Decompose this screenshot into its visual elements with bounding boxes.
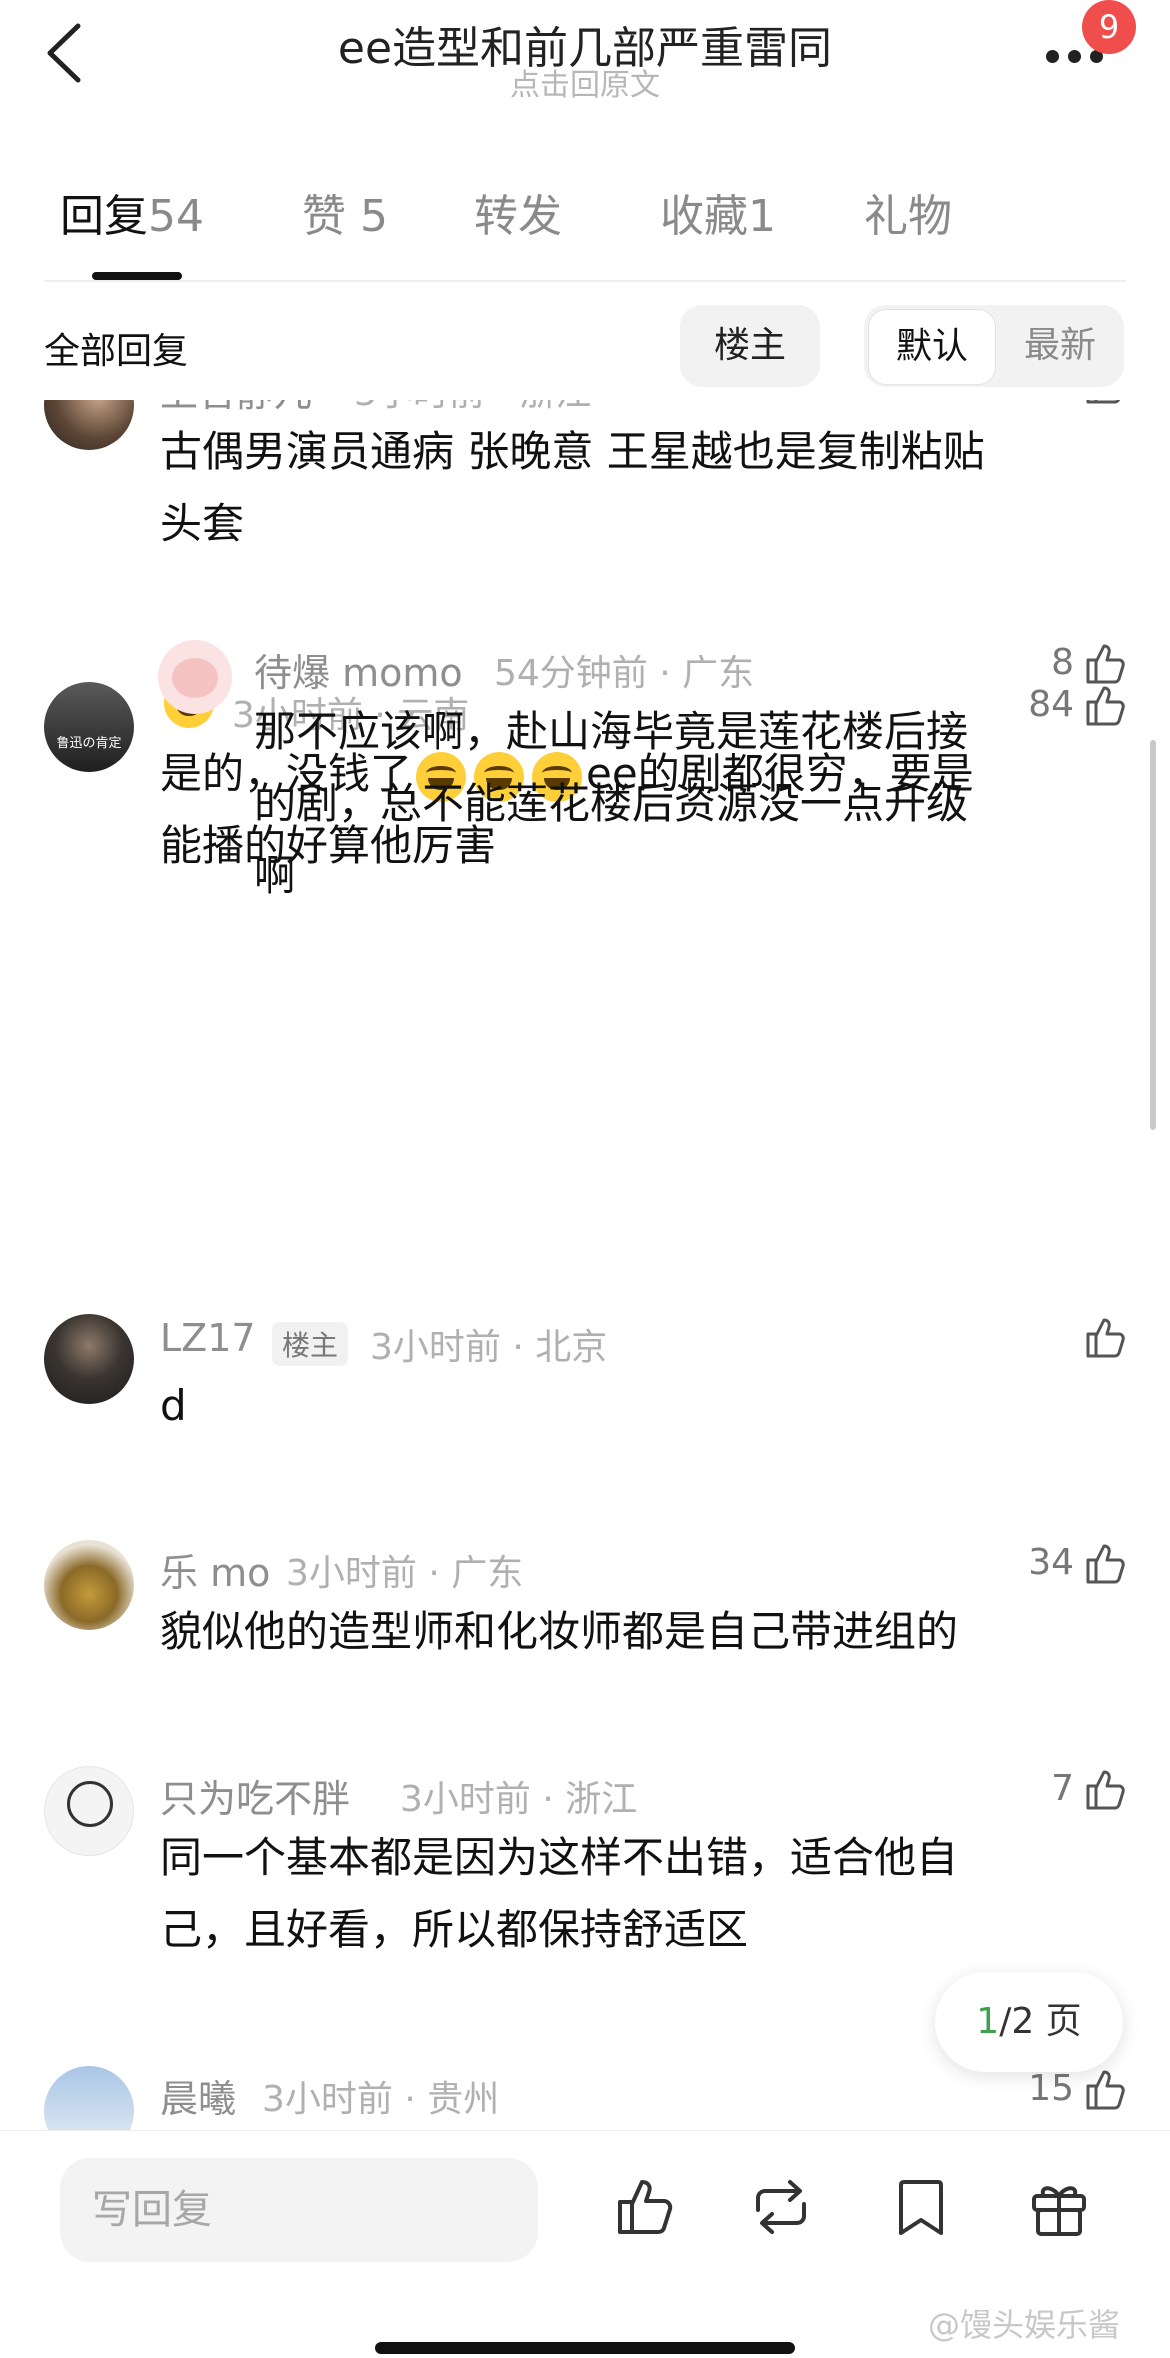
- comment-meta: 3小时前 · 浙江: [354, 400, 591, 416]
- tab-label: 礼物: [864, 191, 952, 242]
- tab-replies[interactable]: 回复54: [60, 180, 204, 244]
- home-indicator[interactable]: [375, 2342, 795, 2354]
- like-count: 8: [1051, 642, 1074, 683]
- comment-meta: 3小时前 · 浙江: [400, 1779, 638, 1820]
- scrollbar[interactable]: [1150, 740, 1156, 1130]
- tab-gifts[interactable]: 礼物: [864, 180, 952, 244]
- comment-text-line: 头套: [160, 499, 245, 548]
- like-button[interactable]: 15: [960, 2066, 1130, 2114]
- comment-text-line: 貌似他的造型师和化妆师都是自己带进组的: [160, 1607, 959, 1656]
- active-tab-indicator: [92, 272, 182, 280]
- comment-text-line: 的剧，总不能莲花楼后资源没一点升级: [254, 779, 969, 828]
- comment-author[interactable]: 晨曦: [160, 2068, 236, 2123]
- like-button[interactable]: 34: [960, 1540, 1130, 1588]
- comment-text-line: 己，且好看，所以都保持舒适区: [160, 1905, 749, 1954]
- tab-reposts[interactable]: 转发: [474, 180, 562, 244]
- tab-label: 转发: [474, 191, 562, 242]
- tab-label: 赞: [302, 191, 346, 242]
- like-count: 7: [1051, 1768, 1074, 1809]
- thumb-up-icon: [1086, 686, 1125, 726]
- all-replies-label: 全部回复: [44, 331, 189, 372]
- comment-list: 上官静儿 3小时前 · 浙江 58 古偶男演员通病 张晚意 王星越也是复制粘贴 …: [0, 400, 1170, 2130]
- like-count: 34: [1028, 1542, 1074, 1583]
- comment-meta: 3小时前 · 广东: [286, 1553, 524, 1594]
- tab-label: 回复: [60, 191, 148, 242]
- like-count: 15: [1028, 2068, 1074, 2109]
- avatar[interactable]: [44, 1766, 134, 1856]
- thumb-up-icon: [1086, 2070, 1125, 2110]
- tab-count: 5: [360, 191, 388, 242]
- like-button[interactable]: [960, 1314, 1130, 1362]
- like-button[interactable]: 84: [960, 682, 1130, 730]
- tab-likes[interactable]: 赞 5: [302, 180, 388, 244]
- notification-badge: 9: [1082, 0, 1136, 54]
- current-page: 1: [976, 2001, 1000, 2042]
- comment-meta: 54分钟前 · 广东: [494, 653, 755, 694]
- comment-author[interactable]: LZ17: [160, 1316, 256, 1360]
- gift-icon[interactable]: [1024, 2172, 1094, 2242]
- comment-text-line: 同一个基本都是因为这样不出错，适合他自: [160, 1833, 959, 1882]
- comment-text-line: 那不应该啊，赴山海毕竟是莲花楼后接: [254, 707, 969, 756]
- reply-input[interactable]: 写回复: [60, 2158, 538, 2262]
- comment-meta: 3小时前 · 北京: [370, 1327, 608, 1368]
- avatar[interactable]: [44, 2066, 134, 2130]
- tab-count: 1: [748, 191, 776, 242]
- avatar[interactable]: [44, 400, 134, 450]
- tab-count: 54: [148, 191, 204, 242]
- bookmark-icon[interactable]: [886, 2172, 956, 2242]
- back-to-original-link[interactable]: 点击回原文: [0, 60, 1170, 104]
- comment-author[interactable]: 乐 mo: [160, 1542, 270, 1597]
- top-bar: ee造型和前几部严重雷同 点击回原文 9: [0, 0, 1170, 130]
- comment-author[interactable]: 待爆 momo: [254, 642, 463, 697]
- watermark: @馒头娱乐酱: [928, 2306, 1121, 2344]
- sort-default-button[interactable]: 默认: [868, 309, 996, 385]
- tab-label: 收藏: [660, 191, 748, 242]
- like-count: 58: [1028, 400, 1074, 403]
- avatar[interactable]: [44, 1314, 134, 1404]
- avatar[interactable]: [158, 640, 232, 714]
- thumb-up-icon: [1086, 1770, 1125, 1810]
- comment-author[interactable]: 上官静儿: [160, 400, 312, 417]
- page-indicator-button[interactable]: 1/2 页: [935, 1972, 1123, 2072]
- like-count: 84: [1028, 684, 1074, 725]
- tab-divider: [44, 280, 1126, 282]
- thumb-up-icon: [1086, 1318, 1125, 1358]
- tab-bar: 回复54 赞 5 转发 收藏1 礼物: [0, 180, 1170, 280]
- owner-only-filter-button[interactable]: 楼主: [680, 305, 820, 387]
- comment-meta: 3小时前 · 贵州: [262, 2079, 500, 2120]
- thumb-up-icon: [1086, 644, 1125, 684]
- comment-text-line: d: [160, 1381, 187, 1430]
- comment-author[interactable]: 只为吃不胖: [160, 1768, 350, 1823]
- total-pages: /2 页: [999, 2001, 1082, 2042]
- like-button[interactable]: 8: [960, 640, 1130, 688]
- thumb-up-icon: [1086, 1544, 1125, 1584]
- comment-text-line: 古偶男演员通病 张晚意 王星越也是复制粘贴: [160, 427, 985, 476]
- sort-latest-button[interactable]: 最新: [1000, 305, 1120, 387]
- comment-text-line: 啊: [254, 851, 297, 900]
- like-button[interactable]: 58: [960, 400, 1130, 408]
- avatar[interactable]: [44, 1540, 134, 1630]
- like-button[interactable]: 7: [960, 1766, 1130, 1814]
- like-icon[interactable]: [610, 2172, 680, 2242]
- avatar-caption: 鲁迅の肯定: [56, 736, 122, 751]
- thumb-up-icon: [1086, 400, 1121, 404]
- avatar[interactable]: 鲁迅の肯定: [44, 682, 134, 772]
- tab-favorites[interactable]: 收藏1: [660, 180, 776, 244]
- repost-icon[interactable]: [746, 2172, 816, 2242]
- owner-tag: 楼主: [272, 1322, 349, 1366]
